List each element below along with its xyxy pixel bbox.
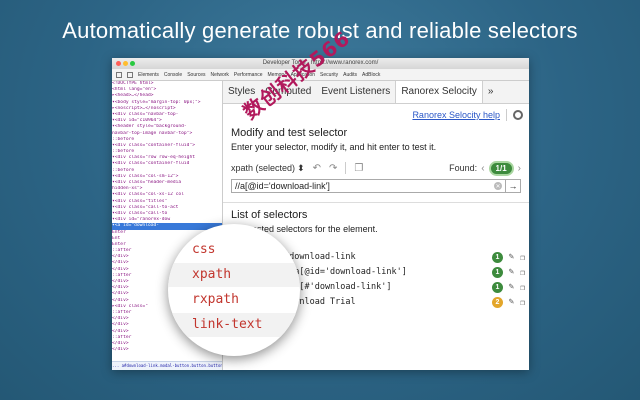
selector-input-box: //a[@id='download-link'] ✕ → — [231, 179, 521, 193]
match-count-badge: 1 — [492, 281, 503, 293]
modify-title: Modify and test selector — [231, 127, 348, 139]
section-divider — [223, 202, 529, 203]
list-title: List of selectors — [231, 209, 308, 221]
minimize-window-button[interactable] — [123, 61, 128, 66]
selector-type-magnifier: css xpath rxpath link-text — [168, 224, 300, 356]
selector-type-text: xpath — [192, 267, 232, 282]
selector-type-text: rxpath — [192, 292, 239, 307]
divider — [506, 109, 507, 121]
selector-type-text: css — [192, 242, 216, 257]
selector-toolbar: xpath (selected) ⬍ ↶ ↷ ❐ Found: ‹ 1/1 › — [231, 160, 521, 176]
copy-icon[interactable]: ❐ — [520, 283, 525, 292]
match-count-badge: 1 — [492, 266, 503, 278]
prev-match-icon[interactable]: ‹ — [481, 163, 484, 174]
devtools-tab[interactable]: Security — [320, 72, 338, 78]
selector-type-label: rxpath — [168, 288, 300, 312]
tab-event-listeners[interactable]: Event Listeners — [316, 81, 395, 103]
gear-icon[interactable] — [513, 110, 523, 120]
selector-type-label: xpath — [168, 263, 300, 287]
selector-type-label: link-text — [168, 313, 300, 337]
element-breadcrumb[interactable]: ... a#download-link.modal-button.button.… — [112, 361, 222, 370]
edit-icon[interactable]: ✎ — [509, 297, 514, 307]
devtools-tab[interactable]: Console — [164, 72, 182, 78]
devtools-tab[interactable]: Network — [211, 72, 229, 78]
copy-icon[interactable]: ❐ — [354, 163, 363, 174]
devtools-tab[interactable]: Sources — [187, 72, 205, 78]
inspect-element-icon[interactable] — [116, 71, 122, 78]
close-window-button[interactable] — [116, 61, 121, 66]
divider — [345, 162, 347, 174]
selector-value[interactable]: //a[@id='download-link'] — [284, 267, 407, 277]
next-match-icon[interactable]: › — [518, 163, 521, 174]
match-count-badge: 2 — [492, 296, 503, 308]
selector-input[interactable]: //a[@id='download-link'] — [232, 181, 494, 191]
found-label: Found: — [449, 163, 478, 173]
copy-icon[interactable]: ❐ — [520, 268, 525, 277]
edit-icon[interactable]: ✎ — [509, 252, 514, 262]
devtools-tab[interactable]: Performance — [234, 72, 263, 78]
device-toolbar-icon[interactable] — [127, 71, 133, 78]
maximize-window-button[interactable] — [130, 61, 135, 66]
submit-arrow-icon[interactable]: → — [505, 180, 520, 192]
select-arrows-icon: ⬍ — [297, 162, 305, 173]
undo-icon[interactable]: ↶ — [313, 163, 321, 174]
more-tabs-button[interactable]: » — [483, 81, 499, 103]
selector-type-text: link-text — [192, 317, 263, 332]
modify-description: Enter your selector, modify it, and hit … — [231, 142, 437, 152]
selector-type-select[interactable]: xpath (selected) ⬍ — [231, 163, 305, 174]
help-link[interactable]: Ranorex Selocity help — [412, 110, 500, 120]
devtools-tab[interactable]: Audits — [343, 72, 357, 78]
clear-input-icon[interactable]: ✕ — [494, 182, 502, 190]
edit-icon[interactable]: ✎ — [509, 267, 514, 277]
devtools-tab[interactable]: Elements — [138, 72, 159, 78]
edit-icon[interactable]: ✎ — [509, 282, 514, 292]
redo-icon[interactable]: ↷ — [329, 163, 337, 174]
copy-icon[interactable]: ❐ — [520, 253, 525, 262]
help-row: Ranorex Selocity help — [412, 107, 529, 123]
devtools-tab[interactable]: AdBlock — [362, 72, 380, 78]
found-counter: Found: ‹ 1/1 › — [449, 160, 521, 176]
tab-ranorex-selocity[interactable]: Ranorex Selocity — [395, 81, 483, 103]
selector-type-label: css — [168, 238, 300, 262]
match-count-badge: 1 — [492, 251, 503, 263]
found-count-badge: 1/1 — [488, 160, 514, 176]
selector-value[interactable]: //a[#'download-link'] — [284, 282, 391, 292]
copy-icon[interactable]: ❐ — [520, 298, 525, 307]
window-controls — [116, 61, 135, 66]
selector-type-value: xpath (selected) — [231, 163, 296, 173]
